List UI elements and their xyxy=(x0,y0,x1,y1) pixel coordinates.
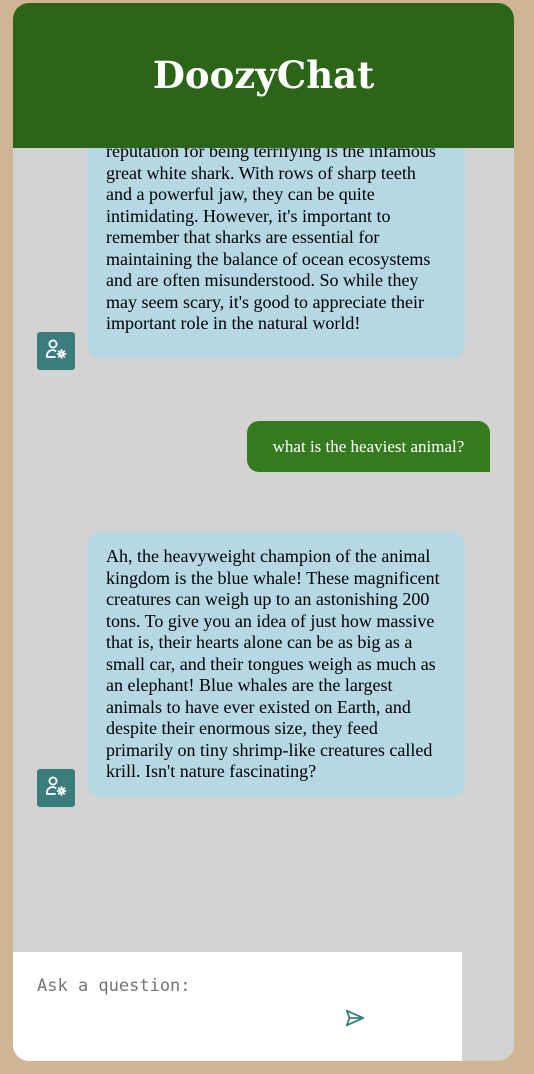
app-header: DoozyChat xyxy=(13,3,514,148)
app-title: DoozyChat xyxy=(152,52,375,97)
message-list[interactable]: reputation for being terrifying is the i… xyxy=(13,148,514,952)
user-gear-icon xyxy=(44,337,68,366)
user-gear-icon xyxy=(44,774,68,803)
send-button[interactable] xyxy=(343,1008,367,1032)
bot-message-text: Ah, the heavyweight champion of the anim… xyxy=(106,546,440,781)
bot-avatar xyxy=(37,332,75,370)
bot-message: Ah, the heavyweight champion of the anim… xyxy=(87,532,465,797)
bot-message-body: great white shark. With rows of sharp te… xyxy=(106,162,431,334)
bot-message: reputation for being terrifying is the i… xyxy=(87,148,465,358)
chat-window: DoozyChat reputation for being terrifyin… xyxy=(13,3,514,1061)
bot-message-partial-line: reputation for being terrifying is the i… xyxy=(106,148,436,161)
bot-message-text: reputation for being terrifying is the i… xyxy=(106,148,446,335)
question-input-area xyxy=(13,952,462,1061)
bot-avatar xyxy=(37,769,75,807)
send-icon xyxy=(344,1007,366,1034)
user-message-text: what is the heaviest animal? xyxy=(272,436,465,456)
question-input[interactable] xyxy=(13,952,462,1061)
user-message: what is the heaviest animal? xyxy=(247,421,490,472)
